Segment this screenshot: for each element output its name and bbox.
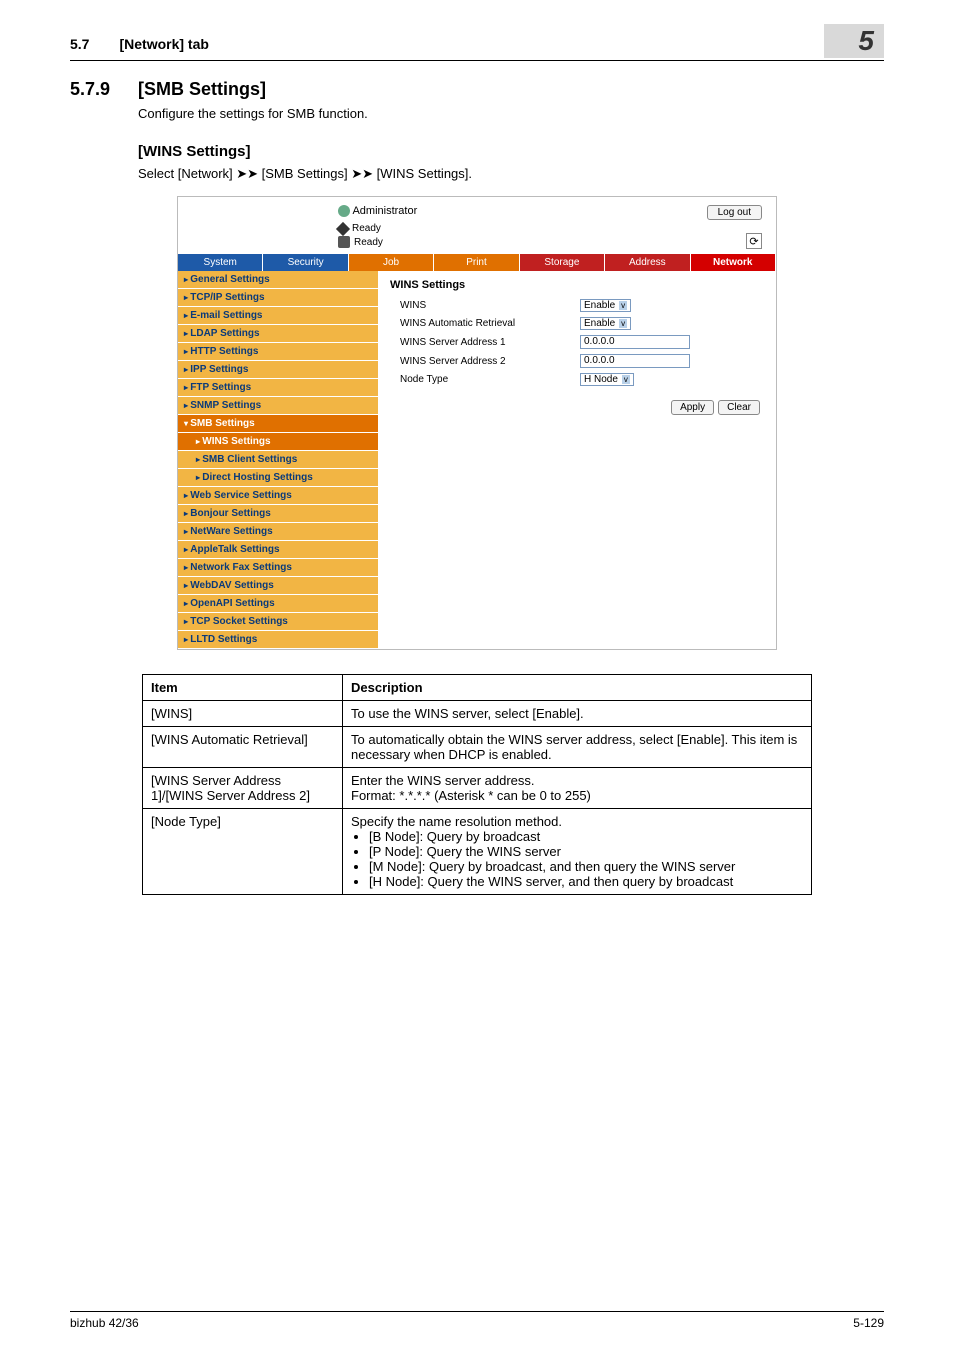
status-icon: [336, 222, 350, 236]
footer-left: bizhub 42/36: [70, 1316, 139, 1330]
tab-network[interactable]: Network: [691, 254, 776, 271]
refresh-button[interactable]: ⟳: [746, 233, 762, 249]
sidebar-item[interactable]: E-mail Settings: [178, 307, 378, 325]
ready-label-2: Ready: [354, 237, 383, 248]
screenshot: Administrator Ready Ready Log out ⟳ Syst…: [177, 196, 777, 650]
sidebar-item[interactable]: FTP Settings: [178, 379, 378, 397]
th-desc: Description: [343, 675, 812, 701]
header-section-number: 5.7: [70, 36, 89, 52]
chevron-down-icon: v: [619, 319, 627, 328]
field-label: WINS Server Address 2: [390, 356, 580, 367]
nav-path: Select [Network] ➤➤ [SMB Settings] ➤➤ [W…: [138, 166, 884, 182]
top-tabbar: System Security Job Print Storage Addres…: [178, 254, 776, 271]
logout-button[interactable]: Log out: [707, 205, 762, 220]
sidebar-item[interactable]: IPP Settings: [178, 361, 378, 379]
sidebar-item[interactable]: OpenAPI Settings: [178, 595, 378, 613]
bullet: [P Node]: Query the WINS server: [369, 844, 803, 859]
admin-label: Administrator: [338, 205, 766, 217]
sidebar-item[interactable]: General Settings: [178, 271, 378, 289]
sidebar-item[interactable]: SNMP Settings: [178, 397, 378, 415]
cell-desc: Enter the WINS server address. Format: *…: [343, 768, 812, 809]
sidebar-item[interactable]: Network Fax Settings: [178, 559, 378, 577]
sidebar-item[interactable]: Bonjour Settings: [178, 505, 378, 523]
cell-desc: To automatically obtain the WINS server …: [343, 727, 812, 768]
field-label: WINS Server Address 1: [390, 337, 580, 348]
desc-lead: Specify the name resolution method.: [351, 814, 803, 829]
description-table: Item Description [WINS] To use the WINS …: [142, 674, 812, 895]
chevron-down-icon: v: [622, 375, 630, 384]
bullet: [H Node]: Query the WINS server, and the…: [369, 874, 803, 889]
sidebar-item[interactable]: LDAP Settings: [178, 325, 378, 343]
section-heading: 5.7.9[SMB Settings]: [70, 79, 884, 100]
printer-icon: [338, 236, 350, 248]
sidebar-subitem[interactable]: SMB Client Settings: [178, 451, 378, 469]
tab-print[interactable]: Print: [434, 254, 519, 271]
chevron-down-icon: v: [619, 301, 627, 310]
tab-job[interactable]: Job: [349, 254, 434, 271]
sidebar-item[interactable]: TCP/IP Settings: [178, 289, 378, 307]
panel-title: WINS Settings: [390, 279, 764, 291]
sidebar-item[interactable]: HTTP Settings: [178, 343, 378, 361]
auto-retrieval-select[interactable]: Enablev: [580, 317, 631, 330]
section-title: [SMB Settings]: [138, 79, 266, 99]
subsection-heading: [WINS Settings]: [138, 143, 884, 160]
cell-desc: To use the WINS server, select [Enable].: [343, 701, 812, 727]
th-item: Item: [143, 675, 343, 701]
tab-storage[interactable]: Storage: [520, 254, 605, 271]
sidebar-subitem-wins[interactable]: WINS Settings: [178, 433, 378, 451]
bullet: [M Node]: Query by broadcast, and then q…: [369, 859, 803, 874]
ready-label-1: Ready: [352, 223, 381, 234]
tab-security[interactable]: Security: [263, 254, 348, 271]
wins-address-1-input[interactable]: 0.0.0.0: [580, 335, 690, 349]
cell-item: [Node Type]: [143, 809, 343, 895]
section-intro: Configure the settings for SMB function.: [138, 106, 884, 121]
[interactable]: Apply: [671, 400, 714, 415]
section-number: 5.7.9: [70, 79, 138, 100]
wins-address-2-input[interactable]: 0.0.0.0: [580, 354, 690, 368]
settings-panel: WINS Settings WINS Enablev WINS Automati…: [378, 271, 776, 649]
cell-desc: Specify the name resolution method. [B N…: [343, 809, 812, 895]
sidebar-item-smb[interactable]: SMB Settings: [178, 415, 378, 433]
bullet: [B Node]: Query by broadcast: [369, 829, 803, 844]
field-label: Node Type: [390, 374, 580, 385]
cell-item: [WINS]: [143, 701, 343, 727]
sidebar-item[interactable]: LLTD Settings: [178, 631, 378, 649]
sidebar-item[interactable]: NetWare Settings: [178, 523, 378, 541]
field-label: WINS: [390, 300, 580, 311]
sidebar-item[interactable]: AppleTalk Settings: [178, 541, 378, 559]
sidebar-item[interactable]: TCP Socket Settings: [178, 613, 378, 631]
field-label: WINS Automatic Retrieval: [390, 318, 580, 329]
sidebar-item[interactable]: WebDAV Settings: [178, 577, 378, 595]
tab-system[interactable]: System: [178, 254, 263, 271]
sidebar-item[interactable]: Web Service Settings: [178, 487, 378, 505]
clear-button[interactable]: Clear: [718, 400, 760, 415]
globe-icon: [338, 205, 350, 217]
chapter-badge: 5: [824, 24, 884, 58]
cell-item: [WINS Server Address 1]/[WINS Server Add…: [143, 768, 343, 809]
running-header: 5.7 [Network] tab 5: [70, 30, 884, 61]
header-tab-name: [Network] tab: [119, 36, 824, 52]
tab-address[interactable]: Address: [605, 254, 690, 271]
wins-select[interactable]: Enablev: [580, 299, 631, 312]
sidebar-subitem[interactable]: Direct Hosting Settings: [178, 469, 378, 487]
cell-item: [WINS Automatic Retrieval]: [143, 727, 343, 768]
footer-right: 5-129: [853, 1316, 884, 1330]
node-type-select[interactable]: H Nodev: [580, 373, 634, 386]
page-footer: bizhub 42/36 5-129: [70, 1311, 884, 1330]
settings-sidebar: General Settings TCP/IP Settings E-mail …: [178, 271, 378, 649]
